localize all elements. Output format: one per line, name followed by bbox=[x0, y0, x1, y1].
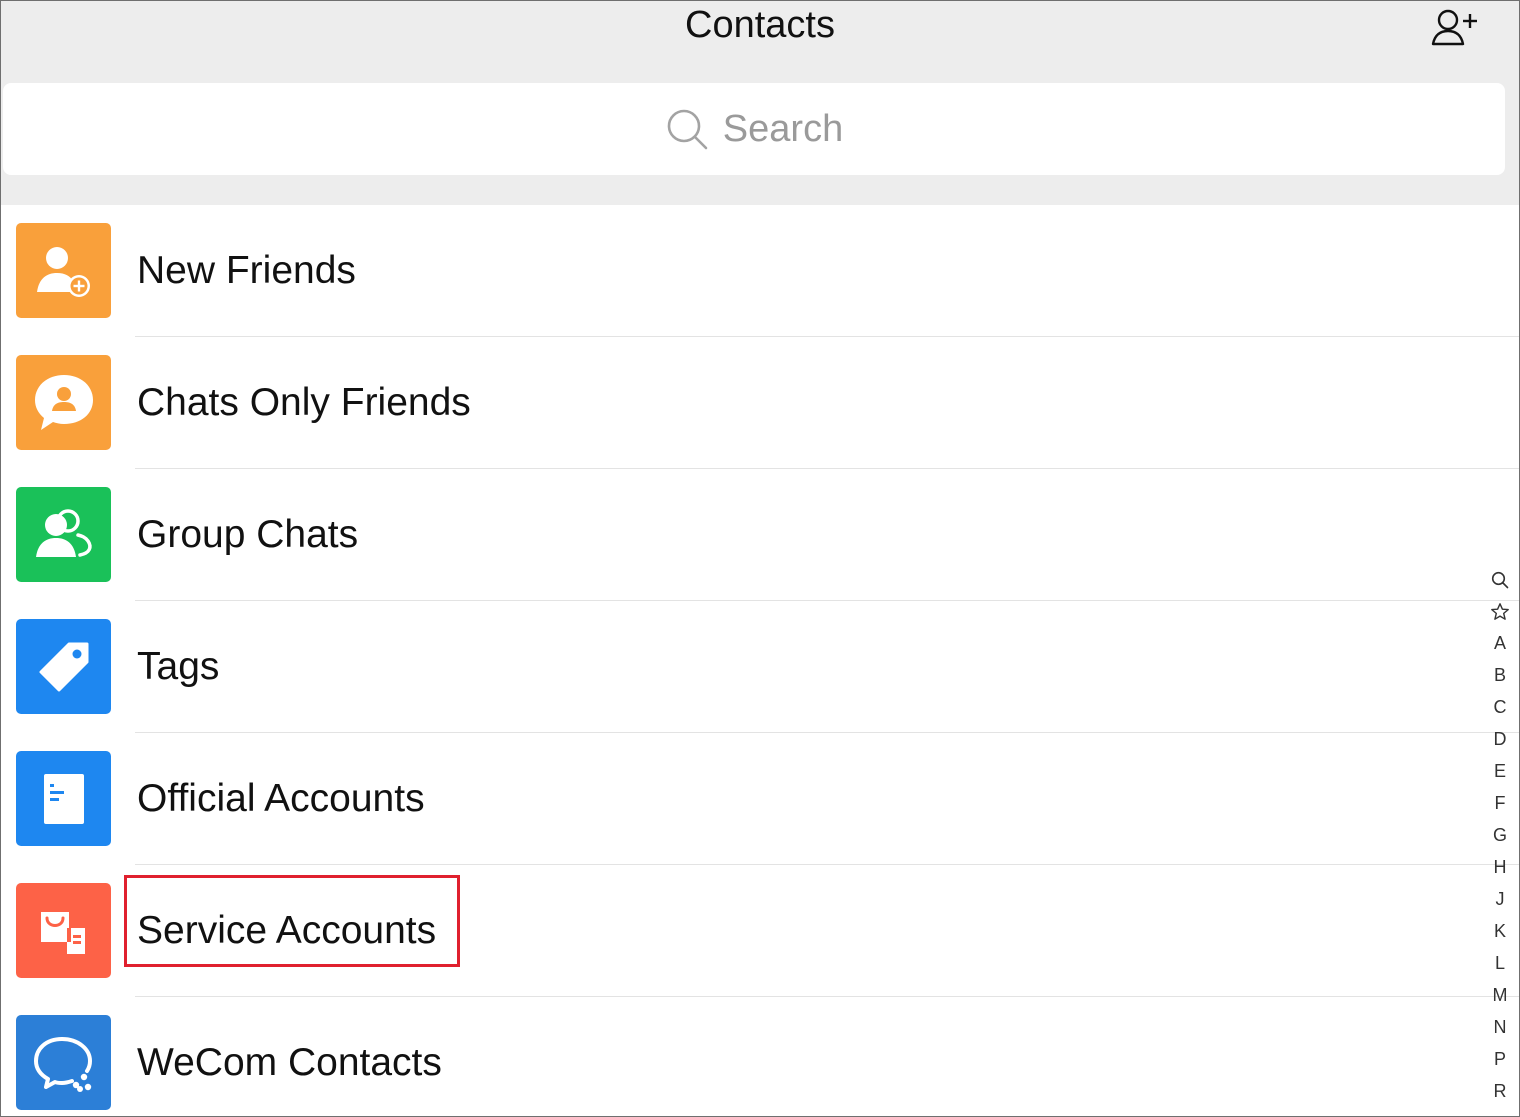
list-item-service-accounts[interactable]: Service Accounts bbox=[1, 865, 1519, 997]
chats-only-friends-icon bbox=[16, 355, 111, 450]
official-accounts-icon bbox=[16, 751, 111, 846]
wecom-contacts-icon bbox=[16, 1015, 111, 1110]
index-letter[interactable]: A bbox=[1485, 627, 1515, 659]
page-title: Contacts bbox=[685, 4, 835, 46]
new-friends-icon bbox=[16, 223, 111, 318]
add-contact-icon bbox=[1431, 9, 1477, 46]
list-item-wecom-contacts[interactable]: WeCom Contacts bbox=[1, 997, 1519, 1116]
list-item-label: New Friends bbox=[137, 249, 356, 292]
index-letter[interactable]: D bbox=[1485, 723, 1515, 755]
list-item-label: WeCom Contacts bbox=[137, 1041, 442, 1084]
list-item-label: Tags bbox=[137, 645, 220, 688]
alphabet-index-bar[interactable]: A B C D E F G H J K L M N P R bbox=[1485, 563, 1515, 1107]
index-star[interactable] bbox=[1485, 595, 1515, 627]
service-accounts-icon bbox=[16, 883, 111, 978]
list-item-label: Official Accounts bbox=[137, 777, 425, 820]
index-letter[interactable]: B bbox=[1485, 659, 1515, 691]
star-icon bbox=[1491, 603, 1509, 621]
add-contact-button[interactable] bbox=[1427, 5, 1483, 49]
contacts-menu-list: New Friends Chats Only Friends Group Cha… bbox=[1, 205, 1519, 1116]
header: Contacts Search bbox=[1, 1, 1519, 205]
list-item-new-friends[interactable]: New Friends bbox=[1, 205, 1519, 337]
list-item-label: Group Chats bbox=[137, 513, 359, 556]
search-icon bbox=[1491, 572, 1509, 589]
search-bar[interactable]: Search bbox=[3, 83, 1505, 175]
index-letter[interactable]: N bbox=[1485, 1011, 1515, 1043]
contacts-screen: Contacts Search New Friends Chats Only F… bbox=[0, 0, 1520, 1117]
group-chats-icon bbox=[16, 487, 111, 582]
list-item-chats-only-friends[interactable]: Chats Only Friends bbox=[1, 337, 1519, 469]
index-letter[interactable]: M bbox=[1485, 979, 1515, 1011]
list-item-label: Service Accounts bbox=[137, 909, 437, 952]
index-letter[interactable]: R bbox=[1485, 1075, 1515, 1107]
tag-icon bbox=[16, 619, 111, 714]
index-search[interactable] bbox=[1485, 563, 1515, 595]
list-item-official-accounts[interactable]: Official Accounts bbox=[1, 733, 1519, 865]
list-item-group-chats[interactable]: Group Chats bbox=[1, 469, 1519, 601]
list-item-tags[interactable]: Tags bbox=[1, 601, 1519, 733]
index-letter[interactable]: J bbox=[1485, 883, 1515, 915]
index-letter[interactable]: H bbox=[1485, 851, 1515, 883]
index-letter[interactable]: F bbox=[1485, 787, 1515, 819]
index-letter[interactable]: C bbox=[1485, 691, 1515, 723]
index-letter[interactable]: K bbox=[1485, 915, 1515, 947]
index-letter[interactable]: E bbox=[1485, 755, 1515, 787]
index-letter[interactable]: L bbox=[1485, 947, 1515, 979]
index-letter[interactable]: P bbox=[1485, 1043, 1515, 1075]
search-placeholder: Search bbox=[722, 107, 844, 150]
list-item-label: Chats Only Friends bbox=[137, 381, 471, 424]
search-icon bbox=[667, 109, 708, 150]
index-letter[interactable]: G bbox=[1485, 819, 1515, 851]
